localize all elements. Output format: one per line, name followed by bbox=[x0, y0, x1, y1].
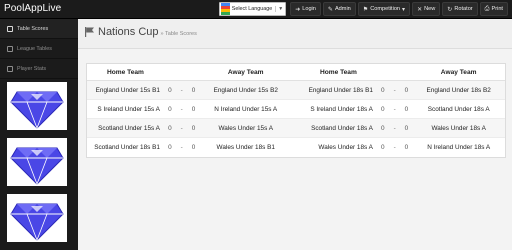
home-team-cell: England Under 15s B1 bbox=[95, 86, 160, 94]
language-select-label: Select Language bbox=[231, 6, 273, 12]
away-score-cell: 0 bbox=[191, 144, 196, 151]
diamond-icon bbox=[10, 147, 64, 186]
home-score-cell: 0 bbox=[381, 105, 385, 113]
diamond-icon bbox=[10, 203, 64, 242]
top-navbar: PoolAppLive Select Language ▼ ➜ Login ✎ Ad… bbox=[0, 0, 512, 19]
sidebar-item-label: Player Stats bbox=[17, 65, 47, 72]
admin-button[interactable]: ✎ Admin bbox=[322, 2, 356, 16]
brand-logo-text[interactable]: PoolAppLive bbox=[4, 3, 61, 14]
home-score-cell: 0 bbox=[381, 86, 385, 94]
score-separator: - bbox=[180, 144, 183, 151]
away-score-cell: 0 bbox=[404, 105, 409, 113]
away-team-cell: N Ireland Under 18s A bbox=[427, 144, 491, 151]
away-team-cell: Scotland Under 18s A bbox=[427, 105, 490, 113]
home-score-cell: 0 bbox=[168, 86, 172, 94]
print-button[interactable]: ⎙ Print bbox=[479, 2, 508, 16]
competition-button[interactable]: ⚑ Competition ▾ bbox=[357, 2, 411, 16]
score-separator: - bbox=[393, 124, 396, 132]
home-team-cell: S Ireland Under 15s A bbox=[97, 105, 160, 113]
page-header: Nations Cup» Table Scores bbox=[78, 19, 512, 49]
score-separator: - bbox=[393, 105, 396, 113]
home-score-cell: 0 bbox=[381, 144, 385, 151]
language-select[interactable]: Select Language ▼ bbox=[218, 2, 287, 16]
page-subtitle: » Table Scores bbox=[160, 31, 197, 37]
away-score-cell: 0 bbox=[191, 86, 196, 94]
new-button[interactable]: ✕ New bbox=[412, 2, 441, 16]
away-score-cell: 0 bbox=[404, 86, 409, 94]
away-score-cell: 0 bbox=[191, 105, 196, 113]
navbar-actions: Select Language ▼ ➜ Login ✎ Admin ⚑ Competi… bbox=[218, 2, 508, 16]
away-team-cell: Wales Under 18s B1 bbox=[216, 144, 275, 151]
home-score-cell: 0 bbox=[168, 144, 172, 151]
home-score-cell: 0 bbox=[381, 124, 385, 132]
new-icon: ✕ bbox=[417, 6, 423, 13]
away-team-cell: England Under 18s B2 bbox=[426, 86, 491, 94]
away-team-cell: N Ireland Under 15s A bbox=[214, 105, 278, 113]
away-team-cell: Wales Under 15s A bbox=[218, 124, 273, 132]
sidebar: Table Scores League Tables Player Stats bbox=[0, 19, 78, 250]
chevron-down-icon: ▼ bbox=[275, 6, 283, 12]
google-translate-icon bbox=[220, 3, 230, 15]
away-team-cell: Wales Under 18s A bbox=[431, 124, 486, 132]
score-separator: - bbox=[180, 105, 183, 113]
table-header-row: Home Team Away Team Home Team Away Team bbox=[87, 64, 505, 81]
column-header-away-left: Away Team bbox=[227, 68, 264, 76]
table-row: S Ireland Under 15s A0-0N Ireland Under … bbox=[87, 100, 505, 119]
rotator-button[interactable]: ↻ Rotator bbox=[442, 2, 478, 16]
login-icon: ➜ bbox=[295, 6, 301, 13]
column-header-away-right: Away Team bbox=[440, 68, 477, 76]
scores-table: Home Team Away Team Home Team Away Team … bbox=[86, 63, 506, 158]
sidebar-item-label: League Tables bbox=[17, 45, 52, 52]
home-score-cell: 0 bbox=[168, 124, 172, 132]
page-title: Nations Cup» Table Scores bbox=[98, 26, 197, 38]
column-header-home-right: Home Team bbox=[319, 68, 357, 76]
table-row: Scotland Under 18s B1 0 - 0 Wales Under 18s … bbox=[87, 138, 505, 157]
score-separator: - bbox=[180, 124, 183, 132]
away-score-cell: 0 bbox=[404, 144, 409, 151]
chevron-down-icon: ▾ bbox=[402, 6, 406, 13]
home-team-cell: Scotland Under 15s A bbox=[98, 124, 160, 132]
home-team-cell: Scotland Under 18s B1 bbox=[94, 144, 160, 151]
main-content: Nations Cup» Table Scores Home Team Away… bbox=[78, 19, 512, 250]
sidebar-item-player-stats[interactable]: Player Stats bbox=[0, 59, 78, 79]
home-team-cell: England Under 18s B1 bbox=[308, 86, 373, 94]
table-row: England Under 15s B1 0-0 England Under 15s… bbox=[87, 81, 505, 100]
away-score-cell: 0 bbox=[404, 124, 409, 132]
score-separator: - bbox=[393, 86, 396, 94]
score-separator: - bbox=[180, 86, 183, 94]
flag-icon bbox=[85, 27, 94, 37]
away-score-cell: 0 bbox=[191, 124, 196, 132]
sidebar-item-league-tables[interactable]: League Tables bbox=[0, 39, 78, 59]
column-header-home-left: Home Team bbox=[107, 68, 144, 76]
diamond-advert-2[interactable] bbox=[7, 138, 67, 186]
score-separator: - bbox=[393, 144, 396, 151]
competition-icon: ⚑ bbox=[362, 6, 369, 13]
sidebar-item-label: Table Scores bbox=[17, 25, 49, 32]
list-icon bbox=[7, 25, 13, 32]
sidebar-item-table-scores[interactable]: Table Scores bbox=[0, 19, 78, 39]
diamond-icon bbox=[10, 91, 64, 130]
home-team-cell: Scotland Under 18s A bbox=[311, 124, 373, 132]
admin-icon: ✎ bbox=[327, 6, 333, 13]
print-icon: ⎙ bbox=[484, 5, 490, 12]
list-icon bbox=[7, 45, 13, 52]
home-team-cell: S Ireland Under 18s A bbox=[310, 105, 373, 113]
list-icon bbox=[7, 65, 13, 72]
diamond-advert-1[interactable] bbox=[7, 82, 67, 130]
away-team-cell: England Under 15s B2 bbox=[213, 86, 278, 94]
table-row: Scotland Under 15s A 0-0 Wales Under 15s A… bbox=[87, 119, 505, 138]
rotator-icon: ↻ bbox=[447, 6, 453, 13]
home-team-cell: Wales Under 18s A bbox=[318, 144, 373, 151]
home-score-cell: 0 bbox=[168, 105, 172, 113]
diamond-advert-3[interactable] bbox=[7, 194, 67, 242]
login-button[interactable]: ➜ Login bbox=[290, 2, 321, 16]
